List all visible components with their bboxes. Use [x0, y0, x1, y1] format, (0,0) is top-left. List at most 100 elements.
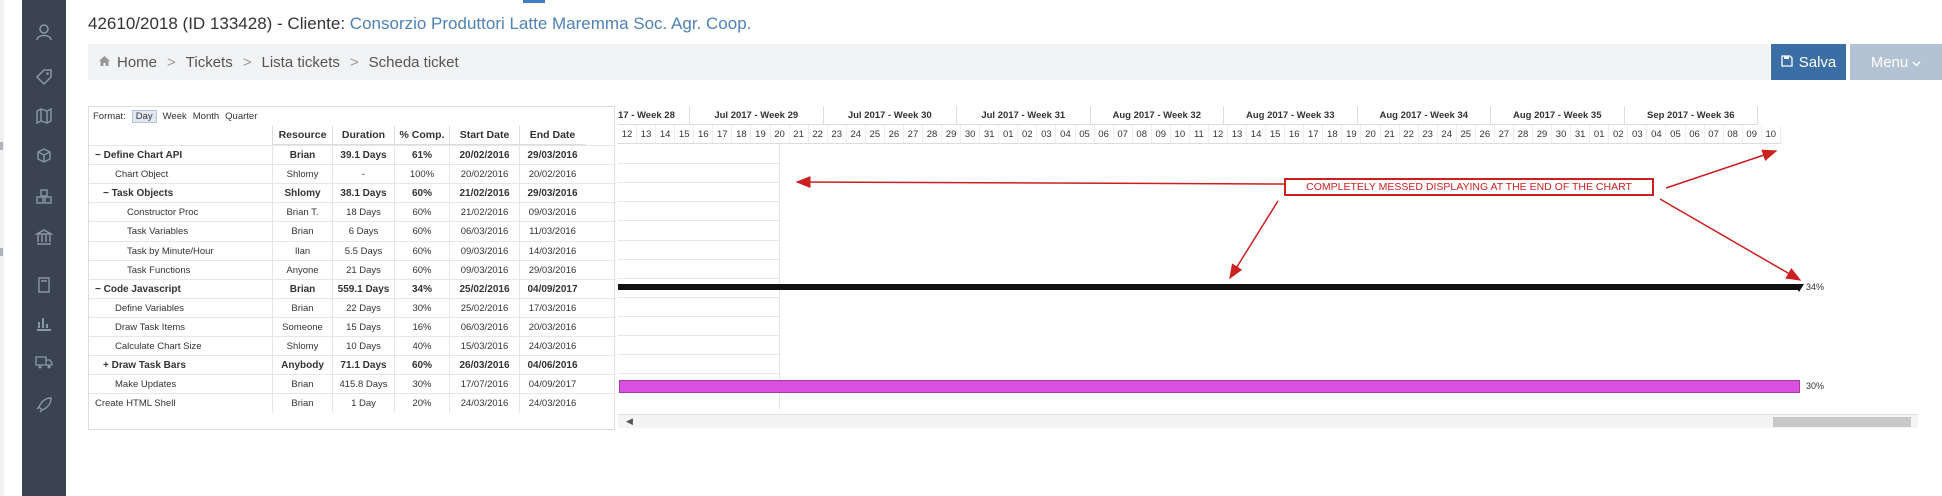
client-link[interactable]: Consorzio Produttori Latte Maremma Soc. … — [350, 14, 752, 33]
book-icon[interactable] — [33, 274, 55, 296]
scrollbar-thumb[interactable] — [1773, 417, 1911, 427]
cell-resource: Brian — [272, 222, 332, 242]
cell-comp: 60% — [394, 241, 449, 261]
day-header: 13 — [637, 125, 657, 143]
cell-start: 21/02/2016 — [449, 184, 519, 204]
table-row[interactable]: Task Functions Anyone 21 Days 60% 09/03/2016… — [89, 259, 616, 280]
cell-name[interactable]: Create HTML Shell — [89, 394, 272, 413]
day-header: 26 — [1476, 125, 1495, 143]
bar-label-code-javascript: 34% — [1806, 282, 1825, 292]
format-day[interactable]: Day — [131, 109, 157, 123]
cell-start: 25/02/2016 — [449, 279, 519, 299]
gantt-timeline: 17 - Week 28 Jul 2017 - Week 29 Jul 2017 -… — [618, 106, 1918, 430]
day-header: 03 — [1628, 125, 1648, 143]
cell-name[interactable]: Make Updates — [89, 375, 272, 394]
table-row[interactable]: Define Variables Brian 22 Days 30% 25/02/201… — [89, 297, 616, 318]
cell-name[interactable]: − Task Objects — [89, 184, 272, 203]
bar-chart-icon[interactable] — [33, 312, 55, 334]
timeline-row-line — [618, 296, 780, 298]
cell-name[interactable]: Define Variables — [89, 299, 272, 318]
cell-duration: - — [332, 165, 394, 185]
table-row[interactable]: Draw Task Items Someone 15 Days 16% 06/03/20… — [89, 316, 616, 337]
cell-start: 06/03/2016 — [449, 317, 519, 337]
summary-bar-end-marker — [1794, 284, 1804, 292]
format-quarter[interactable]: Quarter — [225, 111, 257, 122]
table-row[interactable]: Make Updates Brian 415.8 Days 30% 17/07/2016… — [89, 374, 616, 395]
cell-duration: 6 Days — [332, 222, 394, 242]
cell-end: 29/03/2016 — [519, 146, 585, 165]
cell-name[interactable]: − Code Javascript — [89, 280, 272, 299]
cell-name[interactable]: Task by Minute/Hour — [89, 242, 272, 261]
cell-resource: Brian T. — [272, 203, 332, 223]
horizontal-scrollbar[interactable]: ◀ — [618, 414, 1918, 428]
rocket-icon[interactable] — [33, 394, 55, 416]
day-header: 01 — [1590, 125, 1610, 143]
timeline-row-line — [618, 201, 780, 203]
gantt-task-grid: Format: Day Week Month Quarter Resource … — [88, 106, 616, 430]
breadcrumb-home[interactable]: Home — [117, 54, 157, 71]
cell-name[interactable]: Task Variables — [89, 222, 272, 241]
table-row[interactable]: Constructor Proc Brian T. 18 Days 60% 21/02/… — [89, 202, 616, 223]
table-row[interactable]: Calculate Chart Size Shlomy 10 Days 40% 15/0… — [89, 336, 616, 356]
save-button[interactable]: Salva — [1771, 44, 1846, 80]
cell-name[interactable]: Draw Task Items — [89, 318, 272, 337]
cubes-icon[interactable] — [33, 186, 55, 208]
map-icon[interactable] — [33, 105, 55, 127]
cell-duration: 10 Days — [332, 337, 394, 356]
cell-start: 26/03/2016 — [449, 356, 519, 376]
day-header: 20 — [1361, 125, 1381, 143]
table-row[interactable]: Task Variables Brian 6 Days 60% 06/03/2016 11… — [89, 221, 616, 242]
timeline-row-line — [618, 277, 780, 279]
cell-end: 17/03/2016 — [519, 298, 585, 318]
day-header: 30 — [961, 125, 981, 143]
day-header: 21 — [1381, 125, 1400, 143]
breadcrumb-tickets[interactable]: Tickets — [186, 54, 233, 71]
format-week[interactable]: Week — [163, 111, 187, 122]
menu-button[interactable]: Menu — [1850, 44, 1942, 80]
breadcrumb-current: Scheda ticket — [368, 53, 459, 71]
table-row[interactable]: + Draw Task Bars Anybody 71.1 Days 60% 26/03… — [89, 355, 616, 376]
day-header-row: 12 13 14 15 16 17 18 19 20 21 22 23 24 25 26 27 28 29 30 31… — [618, 125, 1781, 144]
scroll-left-arrow-icon[interactable]: ◀ — [626, 416, 633, 427]
user-icon[interactable] — [33, 21, 55, 43]
tag-icon[interactable] — [33, 66, 55, 88]
page-title: 42610/2018 (ID 133428) - Cliente: Consor… — [88, 14, 751, 34]
cell-duration: 5.5 Days — [332, 241, 394, 261]
home-icon[interactable] — [98, 54, 111, 71]
cell-duration: 38.1 Days — [332, 184, 394, 204]
cell-resource: Ilan — [272, 241, 332, 261]
table-row[interactable]: Chart Object Shlomy -100% 20/02/2016 20/02/2… — [89, 164, 616, 185]
table-row[interactable]: Create HTML Shell Brian 1 Day 20% 24/03/2016… — [89, 393, 616, 414]
day-header: 14 — [656, 125, 676, 143]
format-month[interactable]: Month — [193, 111, 219, 122]
table-row[interactable]: − Define Chart API Brian 39.1 Days 61% 20/02… — [89, 145, 616, 165]
timeline-row-line — [618, 373, 780, 375]
timeline-row-line — [618, 182, 780, 184]
cell-name[interactable]: Calculate Chart Size — [89, 337, 272, 356]
timeline-grid — [618, 144, 780, 410]
task-bar-make-updates[interactable] — [619, 380, 1800, 393]
breadcrumb-separator: > — [349, 53, 359, 71]
day-header: 25 — [866, 125, 885, 143]
cell-name[interactable]: + Draw Task Bars — [89, 356, 272, 375]
cell-resource: Brian — [272, 394, 332, 414]
table-row[interactable]: Task by Minute/Hour Ilan 5.5 Days 60% 09/03/… — [89, 240, 616, 261]
table-row[interactable]: − Task Objects Shlomy 38.1 Days 60% 21/02/20… — [89, 183, 616, 204]
week-header: Aug 2017 - Week 32 — [1091, 106, 1224, 124]
truck-icon[interactable] — [33, 351, 55, 373]
breadcrumb-lista[interactable]: Lista tickets — [262, 54, 340, 71]
bank-icon[interactable] — [33, 226, 55, 248]
cell-name[interactable]: Task Functions — [89, 261, 272, 280]
boxes-icon[interactable] — [33, 145, 55, 167]
table-row[interactable]: − Code Javascript Brian 559.1 Days 34% 25/02… — [89, 278, 616, 299]
week-header: 17 - Week 28 — [618, 106, 690, 124]
week-header: Sep 2017 - Week 36 — [1625, 106, 1758, 124]
week-header: Aug 2017 - Week 34 — [1358, 106, 1491, 124]
summary-bar-code-javascript[interactable] — [618, 284, 1799, 290]
cell-name[interactable]: − Define Chart API — [89, 146, 272, 165]
day-header: 29 — [942, 125, 962, 143]
week-header: Aug 2017 - Week 35 — [1491, 106, 1625, 124]
cell-duration: 415.8 Days — [332, 375, 394, 395]
cell-name[interactable]: Constructor Proc — [89, 203, 272, 222]
cell-name[interactable]: Chart Object — [89, 165, 272, 184]
